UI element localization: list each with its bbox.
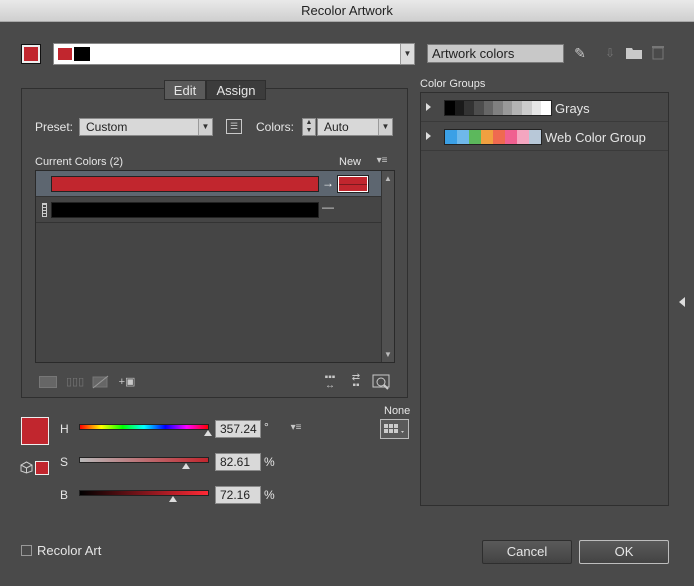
randomly-change-saturation-icon[interactable]: ⇄ ▪▪ — [346, 373, 366, 391]
group-name: Grays — [555, 101, 590, 116]
chevron-down-icon[interactable]: ▼ — [400, 44, 414, 64]
group-swatch[interactable] — [454, 101, 465, 115]
cancel-button[interactable]: Cancel — [482, 540, 572, 564]
strip-swatch-red — [57, 47, 73, 61]
saturation-slider-thumb[interactable] — [182, 463, 191, 469]
hue-slider-thumb[interactable] — [203, 430, 212, 436]
no-mapping-icon: — — [322, 200, 334, 214]
brightness-label: B — [60, 488, 69, 502]
group-swatch[interactable] — [473, 101, 484, 115]
preset-dropdown[interactable]: Custom ▼ — [79, 118, 213, 136]
gamut-swatch[interactable] — [35, 461, 49, 475]
color-group-row[interactable]: Web Color Group — [421, 123, 668, 151]
folder-icon[interactable] — [626, 47, 642, 59]
current-colors-list: → — ▲ ▼ — [35, 170, 395, 363]
hue-unit: ° — [264, 420, 269, 434]
group-swatch[interactable] — [483, 101, 494, 115]
colors-label: Colors: — [256, 120, 295, 134]
trash-icon[interactable] — [650, 45, 666, 61]
group-swatches[interactable] — [444, 129, 542, 145]
group-swatch[interactable] — [445, 101, 455, 115]
drag-handle-icon[interactable] — [42, 203, 47, 217]
expand-triangle-icon[interactable] — [426, 103, 431, 111]
color-row-selected[interactable]: → — [36, 171, 382, 197]
tab-edit[interactable]: Edit — [164, 80, 206, 100]
current-color-bar[interactable] — [51, 202, 319, 218]
current-colors-header: Current Colors (2) — [35, 156, 124, 168]
new-row-icon[interactable]: +▣ — [118, 375, 136, 389]
brightness-unit: % — [264, 488, 275, 502]
color-groups-panel — [420, 92, 669, 506]
group-swatch[interactable] — [469, 130, 481, 144]
group-swatch[interactable] — [493, 130, 505, 144]
find-color-icon[interactable] — [372, 374, 392, 390]
group-swatch[interactable] — [517, 130, 529, 144]
group-swatch[interactable] — [493, 101, 503, 115]
brightness-slider[interactable] — [79, 490, 209, 496]
group-name: Web Color Group — [545, 130, 646, 145]
separate-colors-icon[interactable]: ▯▯▯ — [66, 375, 84, 389]
current-color-bar[interactable] — [51, 176, 319, 192]
collapse-panel-icon[interactable] — [679, 297, 685, 307]
slider-mode-menu-icon[interactable]: ▾≡ — [288, 422, 304, 434]
ok-button[interactable]: OK — [579, 540, 669, 564]
hue-label: H — [60, 422, 69, 436]
colors-dropdown[interactable]: Auto ▼ — [317, 118, 393, 136]
hue-slider[interactable] — [79, 424, 209, 430]
group-swatch[interactable] — [464, 101, 474, 115]
scroll-up-icon[interactable]: ▲ — [384, 174, 392, 183]
color-groups-header: Color Groups — [420, 78, 486, 90]
color-library-label: None — [384, 405, 411, 417]
out-of-gamut-cube-icon[interactable] — [20, 461, 33, 474]
save-group-icon[interactable]: ⇩ — [602, 45, 618, 61]
eyedropper-icon[interactable]: ✎ — [572, 45, 588, 61]
group-swatch[interactable] — [522, 101, 532, 115]
group-swatch[interactable] — [502, 101, 513, 115]
tab-assign[interactable]: Assign — [206, 80, 266, 100]
scroll-down-icon[interactable]: ▼ — [384, 350, 392, 359]
color-group-row[interactable]: Grays — [421, 94, 668, 122]
colors-name-field[interactable]: Artwork colors — [427, 44, 564, 63]
group-swatch[interactable] — [531, 101, 542, 115]
brightness-value-field[interactable]: 72.16 — [215, 486, 261, 504]
group-swatch[interactable] — [505, 130, 517, 144]
color-strip-dropdown[interactable]: ▼ — [53, 43, 415, 65]
group-swatch[interactable] — [541, 101, 552, 115]
brightness-slider-thumb[interactable] — [168, 496, 177, 502]
chevron-down-icon: ▼ — [378, 119, 392, 135]
colors-stepper[interactable]: ▲ ▼ — [302, 118, 316, 136]
current-color-swatch[interactable] — [21, 417, 49, 445]
saturation-value-field[interactable]: 82.61 — [215, 453, 261, 471]
recolor-art-label: Recolor Art — [37, 543, 102, 558]
merge-colors-icon[interactable] — [39, 376, 57, 388]
saturation-label: S — [60, 455, 69, 469]
chevron-down-icon: ▼ — [198, 119, 212, 135]
color-library-button[interactable] — [380, 419, 409, 439]
list-scrollbar[interactable]: ▲ ▼ — [381, 171, 394, 362]
strip-swatch-black — [74, 47, 90, 61]
group-swatch[interactable] — [512, 101, 523, 115]
preset-label: Preset: — [35, 120, 74, 134]
expand-triangle-icon[interactable] — [426, 132, 431, 140]
active-color-swatch[interactable] — [21, 44, 41, 64]
preset-options-icon[interactable]: ☰ — [226, 119, 242, 134]
recolor-art-checkbox[interactable] — [21, 545, 32, 556]
colors-value: Auto — [324, 120, 349, 134]
window-title: Recolor Artwork — [0, 0, 694, 22]
group-swatches[interactable] — [444, 100, 552, 116]
color-row[interactable]: — — [36, 197, 382, 223]
group-swatch[interactable] — [445, 130, 457, 144]
hue-value-field[interactable]: 357.24 — [215, 420, 261, 438]
preset-value: Custom — [86, 120, 128, 134]
randomly-change-order-icon[interactable]: ▪▪▪ ↔ — [320, 373, 340, 391]
saturation-unit: % — [264, 455, 275, 469]
group-swatch[interactable] — [481, 130, 493, 144]
new-column-header: New — [339, 156, 362, 168]
arrow-icon: → — [322, 176, 334, 190]
list-options-icon[interactable]: ▾≡ — [374, 155, 390, 167]
group-swatch[interactable] — [457, 130, 469, 144]
exclude-colors-icon[interactable] — [92, 375, 110, 389]
group-swatch[interactable] — [529, 130, 541, 144]
new-color-swatch[interactable] — [338, 176, 368, 192]
